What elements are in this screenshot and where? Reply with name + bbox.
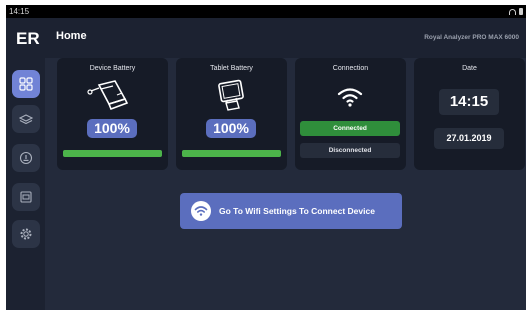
- wifi-settings-button[interactable]: Go To Wifi Settings To Connect Device: [180, 193, 402, 229]
- tablet-battery-bar: [182, 150, 281, 157]
- gear-icon: [20, 228, 32, 240]
- device-battery-value: 100%: [87, 119, 137, 138]
- sidebar-item-settings[interactable]: [12, 220, 40, 248]
- connection-card: Connection Connected Disconnected: [295, 58, 406, 170]
- sidebar-item-info[interactable]: [12, 144, 40, 172]
- wifi-icon: [191, 201, 211, 221]
- device-icon: [87, 80, 129, 111]
- tablet-battery-value: 100%: [206, 119, 256, 138]
- disconnected-button[interactable]: Disconnected: [300, 143, 400, 158]
- card-title: Connection: [332, 65, 369, 72]
- wifi-icon: [337, 88, 363, 107]
- tablet-battery-card: Tablet Battery 100%: [176, 58, 287, 170]
- date-display: 27.01.2019: [434, 128, 504, 149]
- card-title: Date: [462, 65, 477, 72]
- tablet-battery-fill: [182, 150, 281, 157]
- layers-icon: [19, 114, 33, 125]
- sidebar-item-report[interactable]: [12, 183, 40, 211]
- sidebar-item-home[interactable]: [12, 70, 40, 98]
- sidebar-item-layers[interactable]: [12, 105, 40, 133]
- info-icon: [19, 151, 33, 165]
- connected-button[interactable]: Connected: [300, 121, 400, 136]
- status-time: 14:15: [9, 7, 30, 16]
- grid-icon: [19, 77, 33, 91]
- battery-icon: [519, 8, 523, 15]
- report-icon: [20, 191, 32, 203]
- svg-text:ER: ER: [16, 29, 40, 47]
- header: ER Home Royal Analyzer PRO MAX 6000: [6, 18, 526, 58]
- tablet-icon: [218, 79, 244, 111]
- device-battery-card: Device Battery 100%: [57, 58, 168, 170]
- app-window: 14:15 ER Home Royal Analyzer PRO MAX 600…: [6, 5, 526, 310]
- app-logo: ER: [16, 29, 40, 47]
- sidebar: [6, 58, 45, 310]
- card-title: Device Battery: [89, 65, 136, 72]
- wifi-settings-label: Go To Wifi Settings To Connect Device: [219, 206, 375, 216]
- device-battery-fill: [63, 150, 162, 157]
- card-title: Tablet Battery: [210, 65, 253, 72]
- app-name: Royal Analyzer PRO MAX 6000: [424, 34, 519, 41]
- page-title: Home: [56, 30, 87, 42]
- device-battery-bar: [63, 150, 162, 157]
- status-bar: 14:15: [6, 5, 526, 18]
- date-card: Date 14:15 27.01.2019: [414, 58, 525, 170]
- status-icons: [509, 8, 523, 15]
- time-display: 14:15: [439, 89, 499, 115]
- wifi-signal-icon: [509, 8, 516, 15]
